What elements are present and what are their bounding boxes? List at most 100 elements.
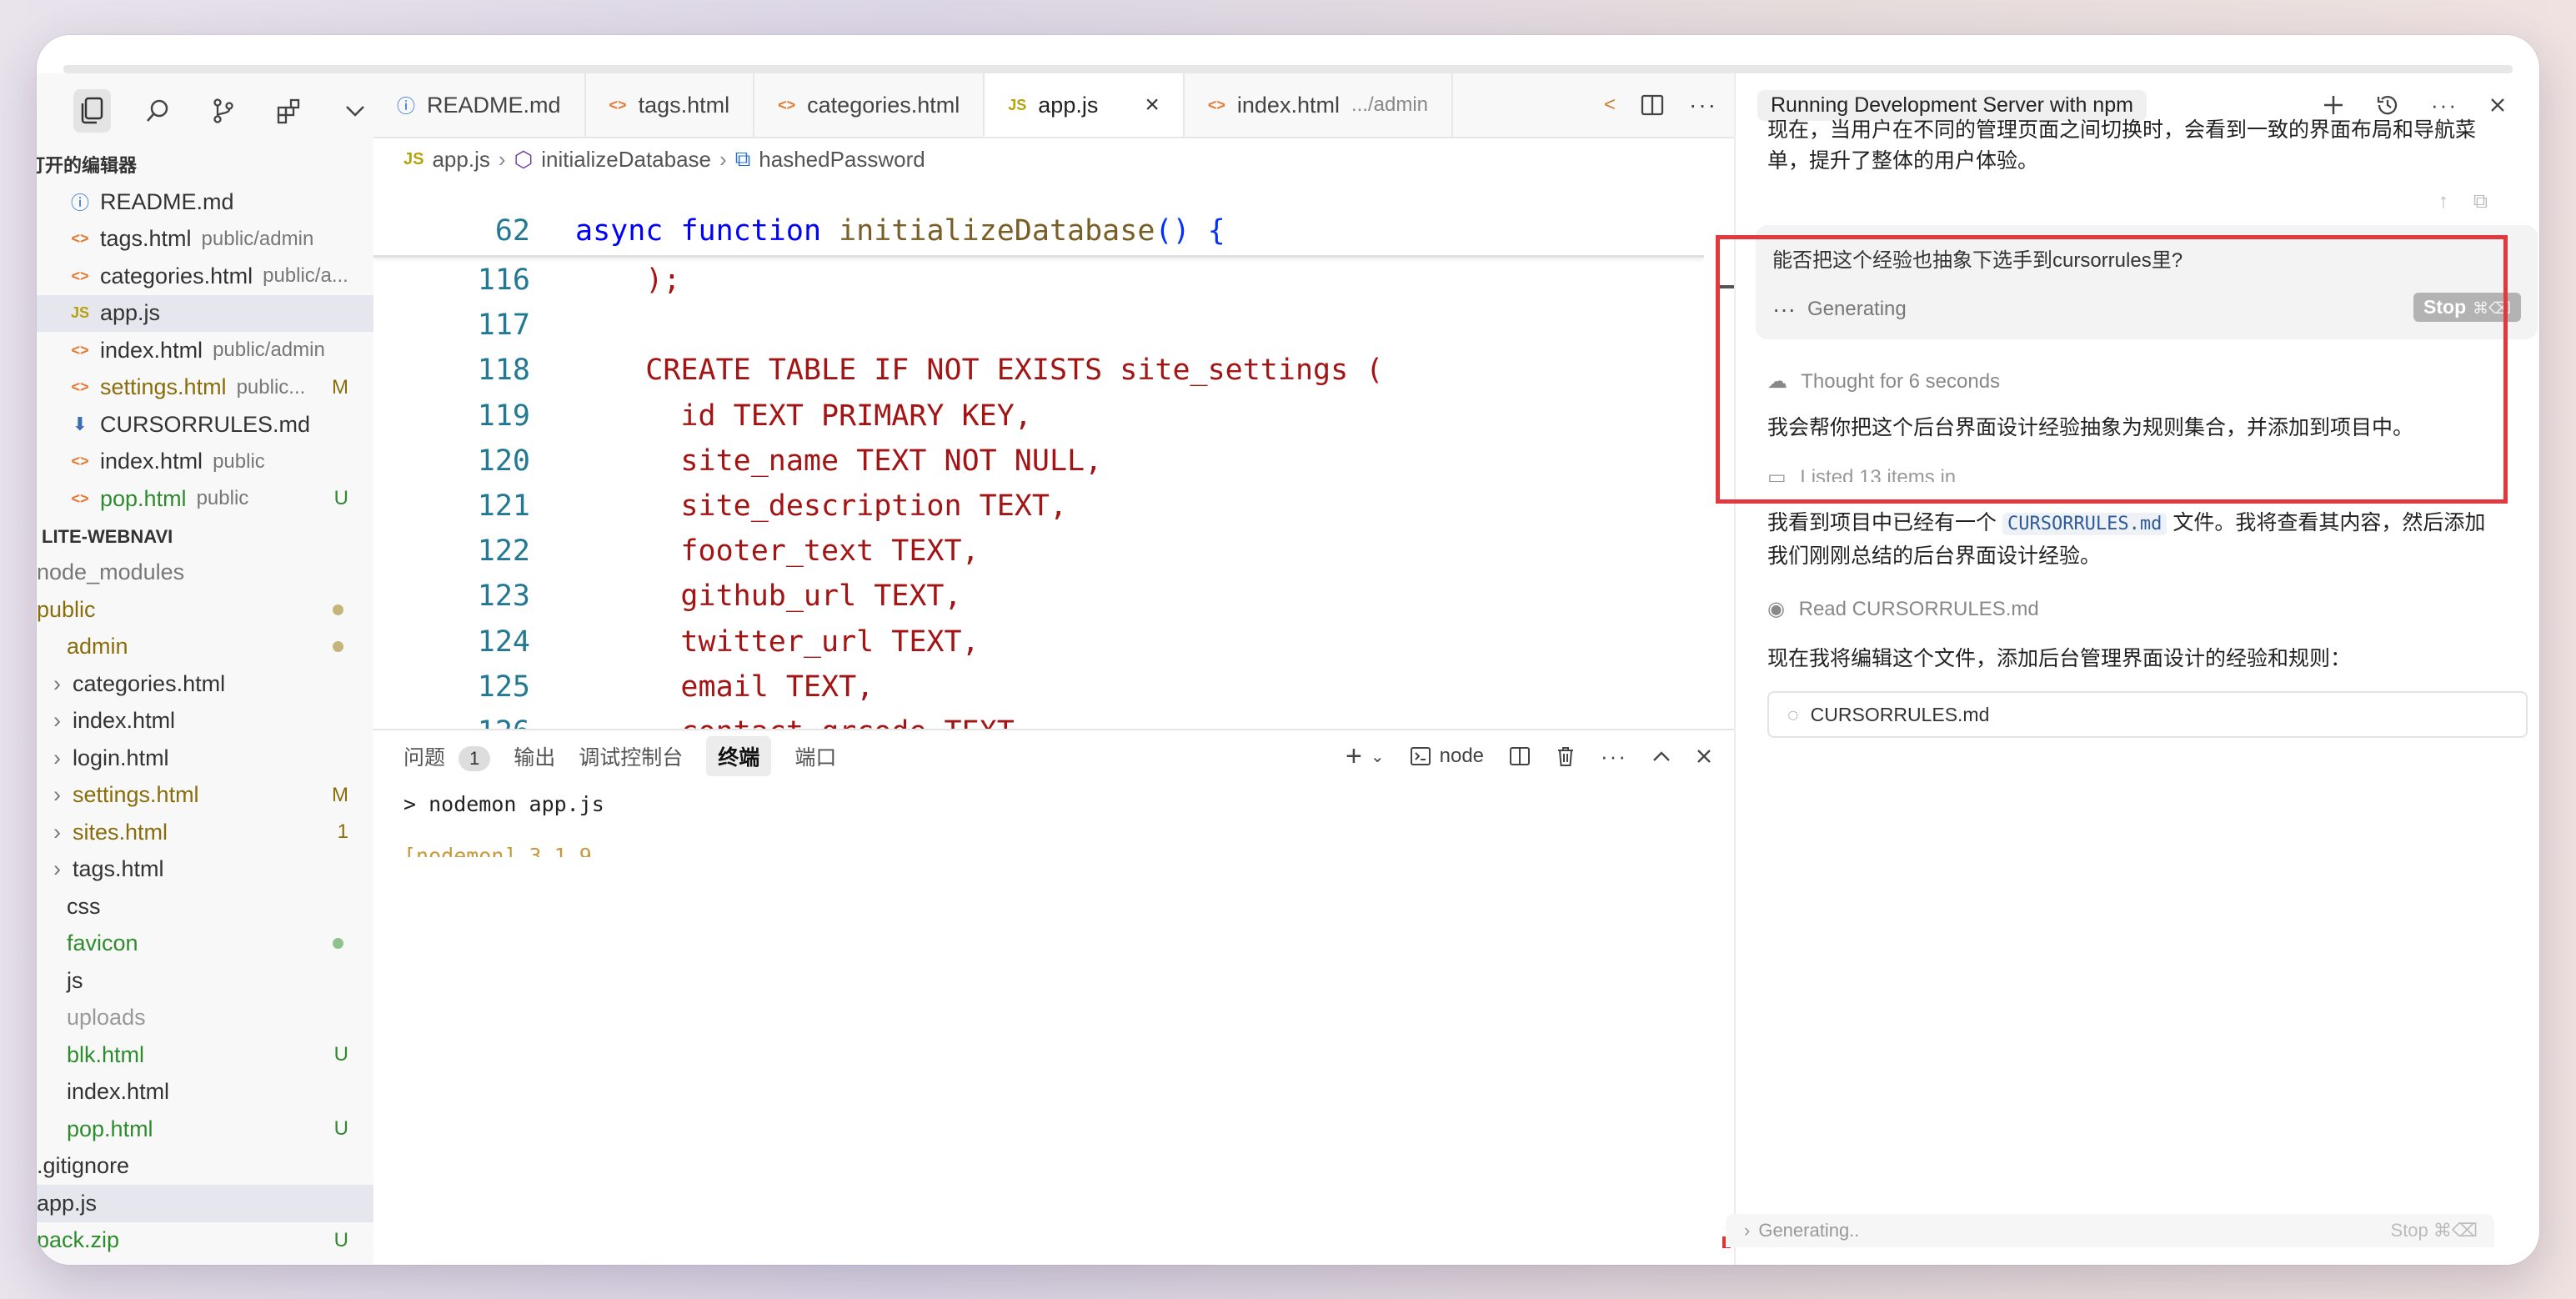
bottom-panel: 问题 1 输出 调试控制台 终端 端口 + ⌄ node ··· > nodem… <box>373 729 1734 1265</box>
tab-categories-html[interactable]: <> categories.html <box>754 73 985 137</box>
tree-item[interactable]: blk.html U <box>37 1036 373 1074</box>
open-editor-item[interactable]: <> index.html public <box>37 444 373 481</box>
breadcrumb-variable[interactable]: hashedPassword <box>759 147 925 173</box>
explorer-icon[interactable] <box>73 89 111 133</box>
breadcrumb-file[interactable]: app.js <box>432 147 489 173</box>
terminal-output[interactable]: > nodemon app.js [nodemon] 3.1.9 <box>373 787 1734 857</box>
code-line[interactable]: 117 <box>373 303 1704 348</box>
close-tab-icon[interactable]: × <box>1145 91 1160 119</box>
tab-readme-md[interactable]: ⓘ README.md <box>373 73 586 137</box>
code-line[interactable]: 121 site_description TEXT, <box>373 484 1704 529</box>
tree-item[interactable]: .gitignore <box>37 1148 373 1186</box>
panel-tab[interactable]: 终端 <box>706 736 772 776</box>
extensions-icon[interactable] <box>270 89 308 133</box>
tree-item[interactable]: css <box>37 888 373 925</box>
tree-item[interactable]: › tags.html <box>37 851 373 889</box>
sticky-scroll-line[interactable]: 62 async function initializeDatabase() { <box>373 207 1704 258</box>
chevron-right-icon: › <box>498 146 506 172</box>
code-line[interactable]: 123 github_url TEXT, <box>373 574 1704 619</box>
tab-index-html[interactable]: <> index.html .../admin <box>1185 73 1454 137</box>
open-editor-item[interactable]: <> pop.html public U <box>37 480 373 518</box>
open-editor-item[interactable]: <> tags.html public/admin <box>37 221 373 258</box>
tree-item[interactable]: uploads <box>37 1000 373 1037</box>
file-path: public/a... <box>263 264 348 288</box>
tool-call-read[interactable]: ◉ Read CURSORRULES.md <box>1767 597 2488 621</box>
code-line[interactable]: 119 id TEXT PRIMARY KEY, <box>373 394 1704 439</box>
file-name: app.js <box>100 300 161 326</box>
close-panel-icon[interactable] <box>1696 748 1712 765</box>
chevron-down-icon[interactable]: ⌄ <box>1371 746 1385 767</box>
status-dot <box>333 641 343 653</box>
history-icon[interactable] <box>2376 93 2399 117</box>
new-chat-icon[interactable] <box>2323 94 2344 116</box>
open-editor-item[interactable]: ⬇ CURSORRULES.md <box>37 406 373 444</box>
tree-item[interactable]: › categories.html <box>37 665 373 703</box>
panel-tab[interactable]: 调试控制台 <box>579 741 683 771</box>
tab-label: categories.html <box>807 92 960 118</box>
trash-icon[interactable] <box>1556 745 1576 767</box>
code-line[interactable]: 120 site_name TEXT NOT NULL, <box>373 439 1704 484</box>
maximize-panel-icon[interactable] <box>1652 750 1671 762</box>
open-editor-item[interactable]: JS app.js <box>37 294 373 332</box>
inline-code: CURSORRULES.md <box>2002 513 2168 535</box>
more-icon[interactable]: ··· <box>1689 92 1717 118</box>
panel-tab[interactable]: 输出 <box>514 741 555 771</box>
open-editor-item[interactable]: <> categories.html public/a... <box>37 258 373 295</box>
tab-app-js[interactable]: JS app.js × <box>985 73 1185 137</box>
open-editors-header[interactable]: 打开的编辑器 <box>37 148 373 183</box>
bottom-stop-button[interactable]: Stop ⌘⌫ <box>2391 1220 2478 1241</box>
chevron-down-icon[interactable] <box>336 89 373 133</box>
more-icon[interactable]: ··· <box>2431 93 2458 118</box>
tree-item[interactable]: › index.html <box>37 703 373 740</box>
tree-item[interactable]: › settings.html M <box>37 777 373 815</box>
line-number: 118 <box>477 354 530 388</box>
chevron-right-icon: › <box>53 708 61 734</box>
arrow-up-icon[interactable]: ↑ <box>2438 190 2448 213</box>
tree-item-label: pop.html <box>67 1116 153 1141</box>
split-terminal-icon[interactable] <box>1509 746 1531 766</box>
close-icon[interactable] <box>2489 97 2506 113</box>
tree-item[interactable]: public <box>37 591 373 629</box>
file-type-icon: <> <box>71 379 89 396</box>
file-path: public <box>196 487 249 510</box>
tab-overflow-icon[interactable]: < <box>1604 93 1616 117</box>
split-editor-icon[interactable] <box>1641 94 1664 116</box>
tree-item[interactable]: index.html <box>37 1074 373 1111</box>
breadcrumb-function[interactable]: initializeDatabase <box>541 147 711 173</box>
tree-item[interactable]: admin <box>37 629 373 666</box>
code-line[interactable]: 116 ); <box>373 258 1704 303</box>
message-tools: ↑ ⧉ <box>1767 190 2488 213</box>
code-editor[interactable]: 62 async function initializeDatabase() {… <box>373 207 1704 729</box>
terminal-icon[interactable]: node <box>1410 745 1484 768</box>
tree-item[interactable]: pop.html U <box>37 1111 373 1148</box>
code-line[interactable]: 122 footer_text TEXT, <box>373 529 1704 574</box>
tree-item[interactable]: favicon <box>37 925 373 963</box>
tab-tags-html[interactable]: <> tags.html <box>586 73 755 137</box>
tree-item[interactable]: node_modules <box>37 554 373 592</box>
git-status-badge: U <box>333 1117 348 1141</box>
tree-item[interactable]: › login.html <box>37 740 373 777</box>
code-line[interactable]: 126 contact_qrcode TEXT, <box>373 710 1704 729</box>
open-editor-item[interactable]: <> settings.html public... M <box>37 369 373 407</box>
line-number: 122 <box>477 534 530 569</box>
source-control-icon[interactable] <box>205 89 243 133</box>
tree-item[interactable]: js <box>37 962 373 1000</box>
copy-icon[interactable]: ⧉ <box>2473 190 2488 213</box>
tree-item[interactable]: app.js <box>37 1185 373 1222</box>
file-name: CURSORRULES.md <box>100 411 311 437</box>
more-icon[interactable]: ··· <box>1601 744 1627 770</box>
panel-tab[interactable]: 端口 <box>794 741 836 771</box>
code-line[interactable]: 118 CREATE TABLE IF NOT EXISTS site_sett… <box>373 348 1704 393</box>
code-line[interactable]: 125 email TEXT, <box>373 665 1704 710</box>
code-line[interactable]: 124 twitter_url TEXT, <box>373 619 1704 665</box>
project-header[interactable]: LITE-WEBNAVI <box>37 519 373 554</box>
file-edit-card[interactable]: ◌ CURSORRULES.md <box>1767 691 2528 738</box>
open-editor-item[interactable]: <> index.html public/admin <box>37 332 373 369</box>
tree-item[interactable]: › sites.html 1 <box>37 814 373 851</box>
search-icon[interactable] <box>139 89 177 133</box>
file-type-icon: ⬇ <box>72 414 88 435</box>
tree-item[interactable]: pack.zip U <box>37 1222 373 1260</box>
add-terminal-icon[interactable]: + <box>1346 740 1362 773</box>
open-editor-item[interactable]: ⓘ README.md <box>37 183 373 221</box>
panel-tab[interactable]: 问题 1 <box>403 741 491 771</box>
